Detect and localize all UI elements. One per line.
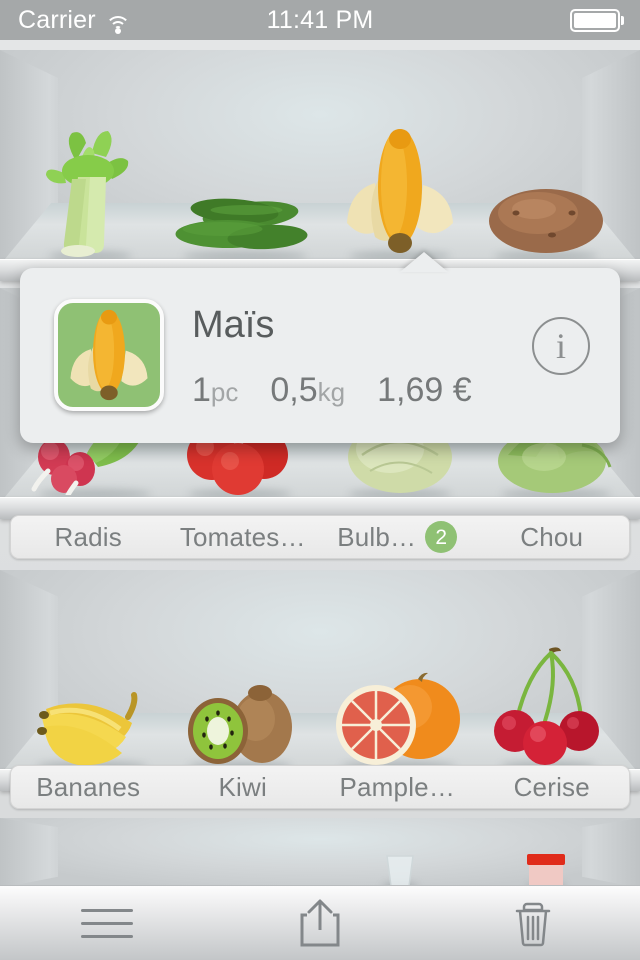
produce-potato[interactable] xyxy=(486,179,606,257)
shelf-label-chou[interactable]: Chou xyxy=(475,522,630,553)
item-quantity-value: 1 xyxy=(192,371,211,409)
shelf-label-text: Kiwi xyxy=(218,771,267,802)
shelf-label-radis[interactable]: Radis xyxy=(11,522,166,553)
shelf-label-badge: 2 xyxy=(425,521,458,553)
clock-label: 11:41 PM xyxy=(266,5,374,34)
status-bar-right xyxy=(569,8,624,32)
shelf-label-cerise[interactable]: Cerise xyxy=(475,772,630,803)
item-detail-popup: Maïs 1pc 0,5kg 1,69 € i xyxy=(20,268,620,443)
shelf-label-text: Chou xyxy=(520,521,584,552)
menu-button[interactable] xyxy=(0,886,213,960)
produce-cucumbers[interactable] xyxy=(173,187,318,257)
battery-cap-icon xyxy=(621,15,624,25)
produce-grapefruit[interactable] xyxy=(332,671,464,767)
info-icon: i xyxy=(555,326,566,366)
item-stats: 1pc 0,5kg 1,69 € xyxy=(192,373,472,407)
shelf-vegetables-top xyxy=(0,50,640,281)
shelf-label-text: Bulb… xyxy=(337,521,417,552)
share-export-icon xyxy=(300,899,340,947)
shelf-label-text: Tomates… xyxy=(179,521,306,552)
item-quantity: 1pc xyxy=(192,373,238,407)
shelf-label-bananes[interactable]: Bananes xyxy=(11,772,166,803)
item-weight: 0,5kg xyxy=(270,373,345,407)
shelf-label-text: Cerise xyxy=(513,771,590,802)
trash-icon xyxy=(516,902,551,947)
item-weight-unit: kg xyxy=(317,377,346,407)
item-title: Maïs xyxy=(192,304,275,346)
produce-bananas[interactable] xyxy=(28,675,156,767)
item-price: 1,69 € xyxy=(377,371,472,409)
status-bar: Carrier 11:41 PM xyxy=(0,0,640,40)
produce-celery[interactable] xyxy=(42,127,138,257)
shelf-label-tomates[interactable]: Tomates… xyxy=(166,522,321,553)
delete-button[interactable] xyxy=(427,886,640,960)
shelf-label-bar-fruits[interactable]: Bananes Kiwi Pample… Cerise xyxy=(10,765,630,809)
shelf-label-bulb[interactable]: Bulb… 2 xyxy=(320,521,475,553)
produce-jar[interactable] xyxy=(523,852,569,885)
shelf-drinks-bottom xyxy=(0,818,640,885)
shelf-wall-left xyxy=(0,818,58,885)
share-button[interactable] xyxy=(213,886,426,960)
shelf-label-pample[interactable]: Pample… xyxy=(320,772,475,803)
produce-kiwi[interactable] xyxy=(180,679,300,767)
shelf-label-text: Radis xyxy=(54,521,122,552)
shelf-fruits xyxy=(0,570,640,791)
bottom-toolbar xyxy=(0,885,640,960)
hamburger-menu-icon xyxy=(80,899,133,948)
shelf-label-text: Bananes xyxy=(36,771,141,802)
item-quantity-unit: pc xyxy=(210,377,239,407)
produce-cherries[interactable] xyxy=(493,639,603,767)
shelf-label-kiwi[interactable]: Kiwi xyxy=(166,772,321,803)
produce-corn[interactable] xyxy=(341,125,459,257)
info-button[interactable]: i xyxy=(532,317,590,375)
shelf-label-bar-vegetables[interactable]: Radis Tomates… Bulb… 2 Chou xyxy=(10,515,630,559)
produce-glass[interactable] xyxy=(379,854,421,885)
item-weight-value: 0,5 xyxy=(270,371,318,409)
popup-pointer-arrow xyxy=(400,252,448,272)
corn-thumbnail[interactable] xyxy=(54,299,164,411)
shelf-wall-right xyxy=(582,818,640,885)
fridge-interior: Radis Tomates… Bulb… 2 Chou Bananes Kiwi… xyxy=(0,40,640,885)
battery-icon xyxy=(569,8,620,32)
shelf-label-text: Pample… xyxy=(339,771,456,802)
